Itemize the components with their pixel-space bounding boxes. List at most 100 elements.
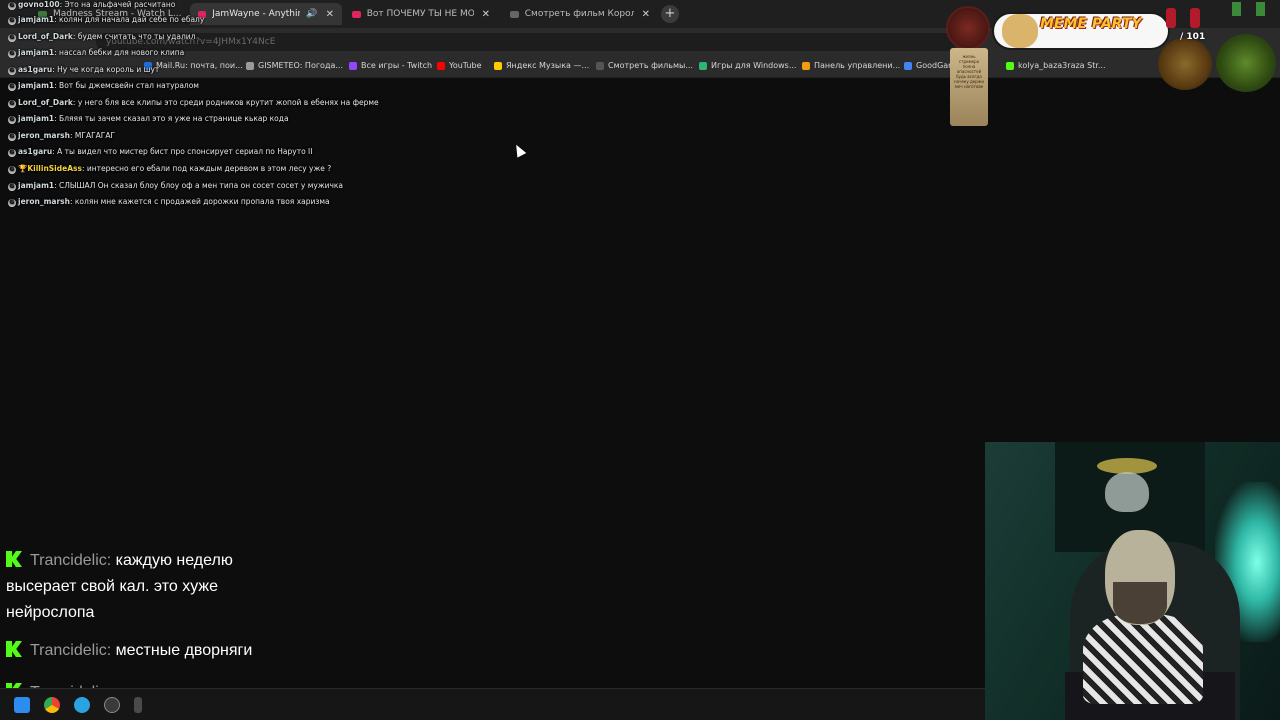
address-bar[interactable]: youtube.com/watch?v=4JHMx1Y4NcE <box>96 33 956 51</box>
bookmark-youtube[interactable]: YouTube <box>437 61 482 70</box>
bookmark-windows-games[interactable]: Игры для Windows... <box>699 61 796 70</box>
bookmark-label: Mail.Ru: почта, пои... <box>156 61 243 70</box>
kick-icon <box>6 641 22 657</box>
film-icon <box>596 61 604 70</box>
chat-username: Trancidelic <box>30 642 107 659</box>
chat-message: Gjeron_marsh: колян мне кажется с продаж… <box>8 197 330 207</box>
bookmark-yandex-music[interactable]: Яндекс Музыка —... <box>494 61 589 70</box>
obs-icon[interactable] <box>104 697 120 713</box>
chat-badge-icon: G <box>8 2 16 10</box>
bookmark-label: GISMETEO: Погода... <box>258 61 343 70</box>
chat-message: Gjamjam1: СЛЫШАЛ Он сказал блоу блоу оф … <box>8 181 344 191</box>
tab-pochemu[interactable]: Вот ПОЧЕМУ ТЫ НЕ МОЖЕШЬ ✕ <box>344 3 498 25</box>
youtube-icon <box>437 61 445 70</box>
chat-message: Ggovno100: Это на альфачей расчитано <box>8 0 176 10</box>
chat-text: будем считать что ты удалил <box>77 32 196 41</box>
chat-text: каждую неделю <box>115 552 233 569</box>
scroll-text: жизнь стримера полна опасностей будь все… <box>954 54 984 89</box>
skull-emblem <box>1105 472 1149 512</box>
chat-username: jamjam1 <box>18 15 55 24</box>
chat-badge-icon: G <box>8 17 16 25</box>
chat-username: jeron_marsh <box>18 197 70 206</box>
chrome-icon[interactable] <box>44 697 60 713</box>
games-icon <box>699 61 707 70</box>
chat-badge-icon: G <box>8 100 16 108</box>
bookmark-label: Игры для Windows... <box>711 61 797 70</box>
chat-username: jamjam1 <box>18 48 55 57</box>
yandex-music-icon <box>494 61 502 70</box>
chat-badge-icon: G <box>8 199 16 207</box>
screen: Madness Stream - Watch L... JamWayne - A… <box>0 0 1280 720</box>
chat-message: G 🏆KillinSideAss: интересно его ебали под… <box>8 164 332 174</box>
bookmark-label: Панель управлени... <box>814 61 901 70</box>
close-icon[interactable]: ✕ <box>482 9 490 20</box>
chat-message: Gjamjam1: колян для начала дай себе по е… <box>8 15 205 25</box>
chat-username: jamjam1 <box>18 181 55 190</box>
chat-text: колян мне кажется с продажей дорожки про… <box>74 197 330 206</box>
chat-username: Lord_of_Dark <box>18 98 73 107</box>
streamer-beard <box>1113 582 1167 624</box>
chat-text: у него бля все клипы это среди родников … <box>77 98 379 107</box>
new-tab-button[interactable]: + <box>661 5 679 23</box>
chat-message: Gas1garu: А ты видел что мистер бист про… <box>8 147 313 157</box>
chat-text: нассал бебки для нового клипа <box>59 48 185 57</box>
chat-text: МГАГАГАГ <box>74 131 116 140</box>
chat-message: G Lord_of_Dark: будем считать что ты удал… <box>8 32 196 42</box>
bookmark-gismeteo[interactable]: GISMETEO: Погода... <box>246 61 343 70</box>
twitch-icon <box>349 61 357 70</box>
tab-korol-i-shut[interactable]: Смотреть фильм Король и Шу ✕ <box>502 3 658 25</box>
green-flag-icon <box>1232 2 1241 16</box>
chat-text: местные дворняги <box>115 642 253 659</box>
close-icon[interactable]: ✕ <box>642 9 650 20</box>
bottle-icon <box>1190 8 1200 28</box>
bookmark-label: Смотреть фильмы... <box>608 61 693 70</box>
chat-text: колян для начала дай себе по ебалу <box>59 15 205 24</box>
meme-party-label: MEME PARTY <box>1040 16 1142 32</box>
bottle-icon <box>1166 8 1176 28</box>
kick-chat-message: Trancidelic: местные дворняги <box>6 638 252 664</box>
bookmark-label: kolya_baza3raza Str... <box>1018 61 1106 70</box>
bookmark-kolya-stream[interactable]: kolya_baza3raza Str... <box>1006 61 1106 70</box>
bookmark-films[interactable]: Смотреть фильмы... <box>596 61 693 70</box>
streamer-scarf <box>1083 614 1203 704</box>
tab-title: Вот ПОЧЕМУ ТЫ НЕ МОЖЕШЬ <box>366 9 474 19</box>
kick-chat-message-cont: высерает свой кал. это хуже <box>6 574 218 600</box>
chat-text: Это на альфачей расчитано <box>64 0 176 9</box>
bookmark-control-panel[interactable]: Панель управлени... <box>802 61 900 70</box>
chat-message: G Lord_of_Dark: у него бля все клипы это … <box>8 98 379 108</box>
chat-badge-icon: G <box>8 34 16 42</box>
bookmark-twitch[interactable]: Все игры - Twitch <box>349 61 432 70</box>
app-icon[interactable] <box>134 697 142 713</box>
kick-chat-message-cont: нейрослопа <box>6 600 94 626</box>
chat-username: Lord_of_Dark <box>18 32 73 41</box>
bookmarks-bar: Mail.Ru: почта, пои... GISMETEO: Погода.… <box>0 56 1280 78</box>
chat-message: Gjamjam1: Вот бы джемсвейн стал натурало… <box>8 81 199 91</box>
chat-message: Gjamjam1: нассал бебки для нового клипа <box>8 48 185 58</box>
kick-icon <box>1006 61 1014 70</box>
clan-emblem-icon <box>1158 38 1212 90</box>
chat-username: govno100 <box>18 0 60 9</box>
bookmark-goodgame[interactable]: GoodGam <box>904 61 956 70</box>
chat-text: Бляяя ты зачем сказал это я уже на стран… <box>59 114 289 123</box>
chat-message: Gjamjam1: Бляяя ты зачем сказал это я уж… <box>8 114 289 124</box>
chat-username: as1garu <box>18 147 53 156</box>
close-icon[interactable]: ✕ <box>326 9 334 20</box>
chat-username: jamjam1 <box>18 81 55 90</box>
chat-message: Gas1garu: Ну че когда король и шут <box>8 65 160 75</box>
windows-start-icon[interactable] <box>14 697 30 713</box>
chat-badge-icon: G <box>8 83 16 91</box>
speaker-icon[interactable]: 🔊 <box>306 9 317 19</box>
chat-badge-icon: G <box>8 166 16 174</box>
chat-message: Gjeron_marsh: МГАГАГАГ <box>8 131 116 141</box>
youtube-icon <box>352 10 361 18</box>
telegram-icon[interactable] <box>74 697 90 713</box>
chat-badge-icon: G <box>8 50 16 58</box>
chat-username: KillinSideAss <box>27 164 82 173</box>
skull-emblem-icon <box>1216 34 1276 92</box>
tab-title: Смотреть фильм Король и Шу <box>524 9 634 19</box>
chat-badge-icon: G <box>8 67 16 75</box>
bookmark-label: Все игры - Twitch <box>361 61 433 70</box>
tab-jamwayne[interactable]: JamWayne - Anything Goe 🔊 ✕ <box>190 3 342 25</box>
chat-text: Вот бы джемсвейн стал натуралом <box>59 81 199 90</box>
viewer-counter: / 101 <box>1180 32 1206 42</box>
